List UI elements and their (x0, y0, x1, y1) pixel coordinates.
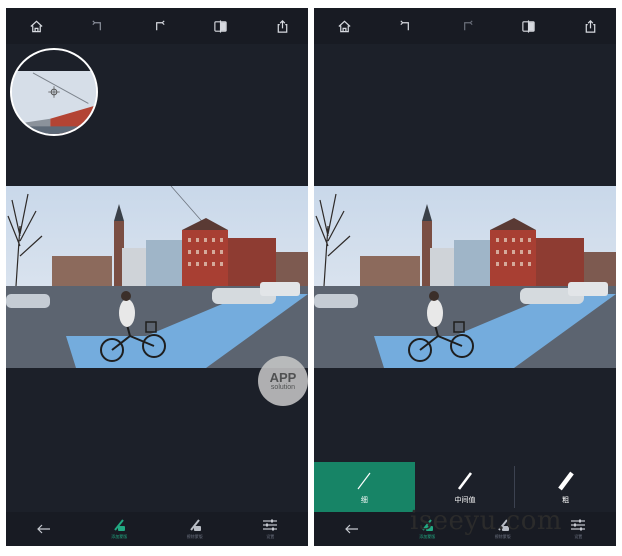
bottom-toolbar: 添加蒙版 擦除蒙版 设置 (6, 512, 308, 546)
compare-icon (522, 19, 535, 33)
app-solution-watermark: APP solution (258, 356, 308, 406)
compare-icon (214, 19, 227, 33)
tool-add-mask-label: 添加蒙版 (111, 534, 128, 539)
redo-button[interactable] (147, 14, 171, 38)
undo-button[interactable] (86, 14, 110, 38)
redo-button[interactable] (455, 14, 479, 38)
tool-settings[interactable]: 设置 (240, 512, 300, 546)
back-arrow-icon (36, 524, 50, 534)
share-button[interactable] (270, 14, 294, 38)
redo-icon (463, 19, 473, 30)
street-photo (6, 186, 308, 368)
tool-add-mask[interactable]: 添加蒙版 (89, 512, 149, 546)
undo-button[interactable] (394, 14, 418, 38)
brush-size-medium-label: 中间值 (454, 496, 476, 504)
home-button[interactable] (24, 14, 48, 38)
home-button[interactable] (332, 14, 356, 38)
site-watermark: iseeyu.com (410, 506, 562, 536)
sliders-icon (263, 519, 278, 531)
tool-erase-mask[interactable]: 擦除蒙版 (165, 512, 225, 546)
undo-icon (92, 19, 101, 30)
magnifier-loupe (10, 48, 98, 136)
brush-size-thin-label: 细 (360, 496, 368, 504)
undo-icon (400, 19, 409, 30)
brush-size-panel: 细 中间值 粗 (314, 462, 616, 512)
brush-size-medium[interactable]: 中间值 (415, 462, 516, 512)
back-button[interactable] (14, 512, 74, 546)
watermark-app-text: APP (269, 369, 297, 385)
left-screen: 添加蒙版 擦除蒙版 设置 (6, 8, 308, 546)
redo-icon (155, 19, 165, 30)
magnifier-image (12, 50, 96, 134)
tool-erase-mask-label: 擦除蒙版 (186, 534, 203, 539)
watermark-solution-text: solution (270, 383, 296, 391)
thick-brush-icon (557, 471, 574, 490)
compare-button[interactable] (517, 14, 541, 38)
street-photo (314, 186, 616, 368)
top-toolbar (6, 8, 308, 44)
top-toolbar (314, 8, 616, 44)
compare-button[interactable] (209, 14, 233, 38)
brush-erase-icon (189, 519, 201, 531)
back-arrow-icon (344, 524, 358, 534)
sliders-icon (571, 519, 586, 531)
share-button[interactable] (578, 14, 602, 38)
home-icon (337, 20, 351, 32)
brush-size-thick-label: 粗 (562, 496, 570, 504)
thin-brush-icon (357, 472, 371, 489)
photo-canvas[interactable] (6, 186, 308, 368)
back-button[interactable] (322, 512, 382, 546)
right-screen: 细 中间值 粗 添加蒙版 擦除蒙版 设置 (314, 8, 616, 546)
tool-settings-label: 设置 (266, 534, 275, 539)
tool-settings-label: 设置 (574, 534, 583, 539)
photo-canvas[interactable] (314, 186, 616, 368)
share-icon (277, 19, 287, 33)
share-icon (585, 19, 595, 33)
brush-add-icon (114, 519, 126, 531)
medium-brush-icon (457, 471, 473, 490)
brush-size-thin[interactable]: 细 (314, 462, 415, 512)
home-icon (29, 20, 43, 32)
brush-size-thick[interactable]: 粗 (515, 462, 616, 512)
